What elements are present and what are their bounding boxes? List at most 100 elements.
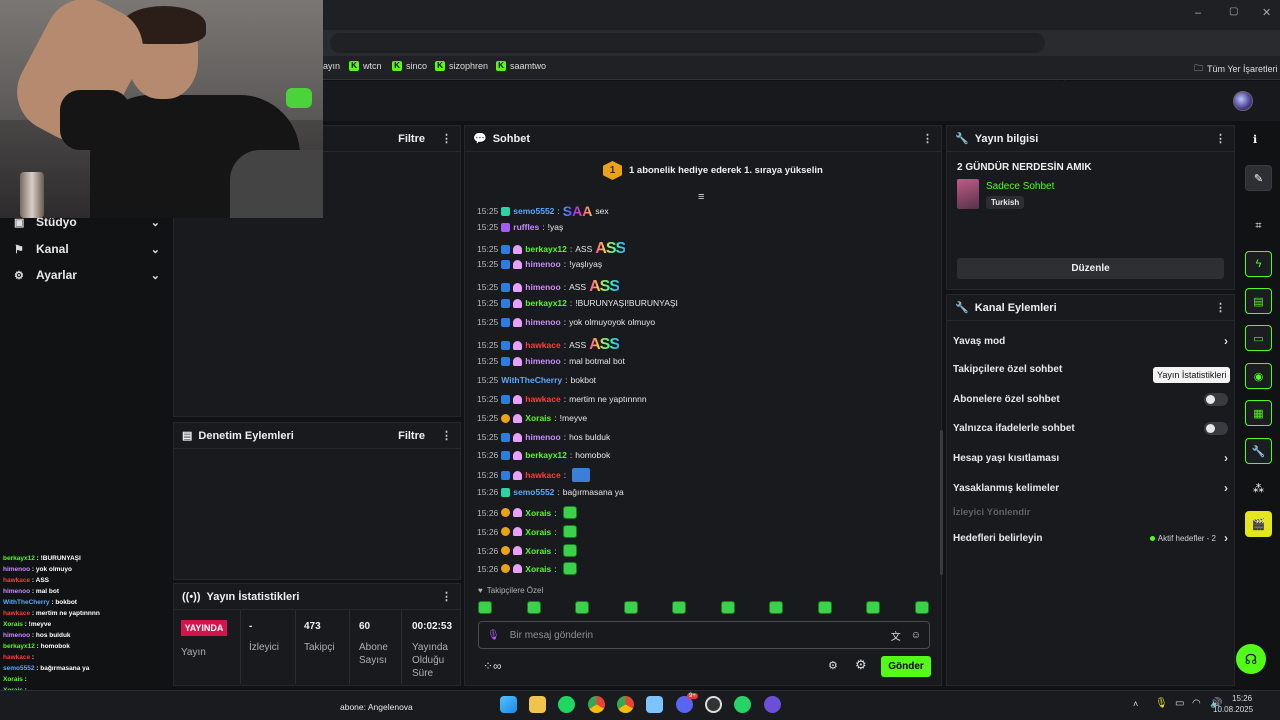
sidebar-item-channel[interactable]: ⚑ Kanal ⌄	[14, 242, 160, 256]
chat-message[interactable]: 15:26 Xorais:	[477, 506, 577, 519]
chat-message[interactable]: 15:26 Xorais:	[477, 525, 577, 538]
edit-button[interactable]: Düzenle	[957, 258, 1224, 279]
edit-pencil-button[interactable]: ✎	[1245, 165, 1272, 191]
account-age-row[interactable]: Hesap yaşı kısıtlaması ›	[953, 451, 1228, 465]
chat-message[interactable]: 15:25 ruffles: !yaş	[477, 222, 563, 232]
file-explorer-icon[interactable]	[529, 696, 546, 713]
chrome-profile-icon[interactable]	[617, 696, 634, 713]
chat-scrollbar[interactable]	[940, 430, 943, 575]
maximize-icon[interactable]: ▢	[1229, 6, 1238, 17]
more-icon[interactable]: ⋮	[1215, 301, 1226, 314]
more-icon[interactable]: ⋮	[922, 132, 933, 145]
category-link[interactable]: Sadece Sohbet	[986, 181, 1054, 192]
more-icon[interactable]: ⋮	[441, 132, 452, 145]
display-tray-icon[interactable]: ▭	[1175, 698, 1184, 709]
quick-emote[interactable]	[866, 601, 880, 614]
notes-button[interactable]: ▤	[1245, 288, 1272, 314]
chat-message[interactable]: 15:25 Xorais: !meyve	[477, 413, 587, 423]
quick-emote[interactable]	[623, 601, 638, 614]
set-goals-row[interactable]: Hedefleri belirleyin Aktif hedefler - 2 ›	[953, 531, 1228, 545]
message-username[interactable]: himenoo	[525, 432, 560, 442]
message-username[interactable]: ruffles	[513, 222, 539, 232]
more-icon[interactable]: ⋮	[1215, 132, 1226, 145]
chat-settings-dots-icon[interactable]: ⁘∞	[483, 659, 502, 673]
chat-message[interactable]: 15:25 himenoo: yok olmuyoyok olmuyo	[477, 317, 655, 327]
chat-message[interactable]: 15:26 Xorais:	[477, 562, 577, 575]
clips-button[interactable]: 🎬	[1245, 511, 1272, 537]
obs-icon[interactable]	[705, 696, 722, 713]
pinned-collapse-icon[interactable]: ≡	[698, 191, 704, 203]
address-bar[interactable]	[330, 33, 1045, 53]
mod-settings-icon[interactable]: ⚙	[855, 657, 867, 673]
emoji-icon[interactable]: ☺	[911, 630, 921, 641]
chat-message[interactable]: 15:25 berkayx12: ASS ASS	[477, 240, 626, 258]
message-username[interactable]: semo5552	[513, 487, 554, 497]
close-window-icon[interactable]: ✕	[1262, 6, 1271, 19]
message-username[interactable]: berkayx12	[525, 298, 567, 308]
chat-message[interactable]: 15:25 semo5552: SAA sex	[477, 203, 609, 219]
quick-emote[interactable]	[672, 601, 686, 614]
message-username[interactable]: Xorais	[525, 564, 551, 574]
chat-message[interactable]: 15:26 hawkace:	[477, 468, 591, 482]
slow-mode-row[interactable]: Yavaş mod ›	[953, 334, 1228, 348]
gift-banner[interactable]: 1 1 abonelik hediye ederek 1. sıraya yük…	[603, 161, 823, 180]
filter-button[interactable]: Filtre	[398, 133, 425, 145]
message-username[interactable]: WithTheCherry	[501, 375, 562, 385]
chrome-icon[interactable]	[588, 696, 605, 713]
chat-input[interactable]: 🎙 Bir mesaj gönderin 文 ☺	[478, 621, 930, 649]
message-username[interactable]: Xorais	[525, 413, 551, 423]
bookmark-item[interactable]: Ksinco	[392, 61, 427, 71]
gear-icon[interactable]: ⚙	[828, 659, 838, 672]
bookmark-item[interactable]: Ksaamtwo	[496, 61, 546, 71]
integrations-button[interactable]: ⁂	[1245, 475, 1272, 501]
chat-message[interactable]: 15:26 berkayx12: homobok	[477, 450, 610, 460]
bookmark-item[interactable]: Kwtcn	[349, 61, 382, 71]
quick-emote[interactable]	[817, 601, 832, 614]
whatsapp-icon[interactable]	[734, 696, 751, 713]
quick-emote[interactable]	[769, 601, 783, 614]
quick-emote[interactable]	[914, 601, 929, 614]
crop-button[interactable]: ⌗	[1245, 213, 1272, 239]
microphone-icon[interactable]: 🎙	[487, 630, 500, 641]
lightning-button[interactable]: ϟ	[1245, 251, 1272, 277]
sidebar-item-settings[interactable]: ⚙ Ayarlar ⌄	[14, 268, 160, 282]
message-username[interactable]: himenoo	[525, 259, 560, 269]
quick-emote[interactable]	[526, 601, 541, 614]
message-username[interactable]: himenoo	[525, 317, 560, 327]
chat-message[interactable]: 15:25 hawkace: ASS ASS	[477, 336, 620, 354]
bookmark-item[interactable]: Ksizophren	[435, 61, 488, 71]
message-username[interactable]: berkayx12	[525, 450, 567, 460]
message-username[interactable]: berkayx12	[525, 244, 567, 254]
message-username[interactable]: Xorais	[525, 546, 551, 556]
chat-message[interactable]: 15:25 himenoo: mal botmal bot	[477, 356, 625, 366]
message-username[interactable]: hawkace	[525, 394, 560, 404]
message-username[interactable]: semo5552	[513, 206, 554, 216]
emotes-only-toggle[interactable]	[1204, 422, 1228, 435]
chat-message[interactable]: 15:25 berkayx12: !BURUNYAŞI!BURUNYAŞI	[477, 298, 678, 308]
tools-button[interactable]: 🔧	[1245, 438, 1272, 464]
start-icon[interactable]	[500, 696, 517, 713]
chevron-up-icon[interactable]: ˄	[1133, 699, 1138, 709]
quick-emote[interactable]	[478, 601, 492, 614]
bookmark-item[interactable]: ayın	[323, 61, 340, 71]
chat-message[interactable]: 15:25 WithTheCherry: bokbot	[477, 375, 596, 385]
message-username[interactable]: himenoo	[525, 356, 560, 366]
message-username[interactable]: Xorais	[525, 508, 551, 518]
chat-message[interactable]: 15:26 Xorais:	[477, 544, 577, 557]
clock-date[interactable]: 10.08.2025	[1213, 705, 1253, 714]
message-username[interactable]: hawkace	[525, 470, 560, 480]
stream-stats-button[interactable]: ◉	[1245, 363, 1272, 389]
quick-emote[interactable]	[575, 601, 589, 614]
app-icon[interactable]	[646, 696, 663, 713]
banned-words-row[interactable]: Yasaklanmış kelimeler ›	[953, 481, 1228, 495]
send-button[interactable]: Gönder	[881, 656, 931, 677]
support-button[interactable]: ☊	[1236, 644, 1266, 674]
chat-message[interactable]: 15:25 himenoo: !yaşlıyaş	[477, 259, 602, 269]
spotify-icon[interactable]	[558, 696, 575, 713]
chat-message[interactable]: 15:25 himenoo: ASS ASS	[477, 278, 620, 296]
clock-time[interactable]: 15:26	[1232, 694, 1252, 703]
minimize-icon[interactable]: –	[1195, 7, 1201, 19]
subs-only-toggle[interactable]	[1204, 393, 1228, 406]
mic-tray-icon[interactable]: 🎙	[1155, 698, 1168, 709]
chat-message[interactable]: 15:25 hawkace: mertim ne yaptınnnn	[477, 394, 647, 404]
